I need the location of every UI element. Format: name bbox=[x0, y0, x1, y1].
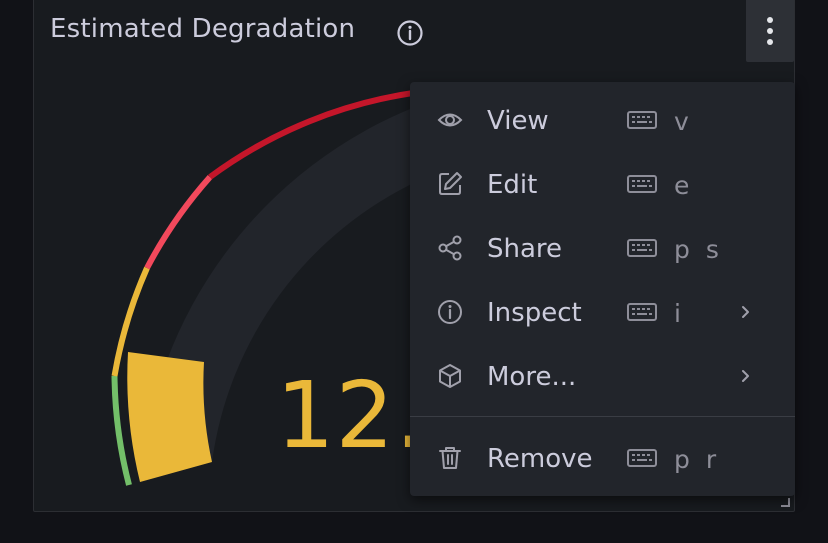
menu-item-shortcut: p r bbox=[674, 445, 721, 474]
menu-item-remove[interactable]: Remove p r bbox=[410, 428, 795, 488]
menu-item-view[interactable]: View v bbox=[410, 90, 795, 150]
menu-item-more[interactable]: More... bbox=[410, 346, 795, 406]
eye-icon bbox=[437, 113, 463, 127]
chevron-right-icon bbox=[742, 370, 749, 382]
menu-item-edit[interactable]: Edit e bbox=[410, 154, 795, 214]
keyboard-icon bbox=[627, 111, 657, 129]
panel-title: Estimated Degradation bbox=[50, 14, 356, 44]
menu-item-share[interactable]: Share p s bbox=[410, 218, 795, 278]
chevron-right-icon bbox=[742, 306, 749, 318]
gauge-fill bbox=[127, 352, 212, 482]
kebab-dot-icon bbox=[767, 39, 773, 45]
gauge-threshold-green bbox=[111, 375, 132, 486]
cube-icon bbox=[439, 364, 461, 388]
gauge-threshold-light-red bbox=[144, 175, 213, 270]
keyboard-icon bbox=[627, 239, 657, 257]
info-icon bbox=[438, 300, 462, 324]
menu-item-label: Edit bbox=[487, 170, 538, 200]
panel-context-menu: View v Edit e Share p s Inspect i More..… bbox=[410, 82, 795, 496]
panel-menu-button[interactable] bbox=[746, 0, 794, 62]
keyboard-icon bbox=[627, 449, 657, 467]
menu-item-label: Share bbox=[487, 234, 563, 264]
menu-item-shortcut: v bbox=[674, 107, 693, 136]
keyboard-icon bbox=[627, 175, 657, 193]
resize-handle-icon[interactable] bbox=[779, 496, 791, 508]
menu-item-inspect[interactable]: Inspect i bbox=[410, 282, 795, 342]
menu-item-label: View bbox=[487, 106, 549, 136]
info-icon[interactable] bbox=[396, 19, 424, 47]
menu-item-shortcut: e bbox=[674, 171, 694, 200]
menu-item-label: Inspect bbox=[487, 298, 582, 328]
menu-divider bbox=[410, 416, 795, 417]
kebab-dot-icon bbox=[767, 28, 773, 34]
share-icon bbox=[438, 235, 462, 261]
menu-item-shortcut: p s bbox=[674, 235, 723, 264]
keyboard-icon bbox=[627, 303, 657, 321]
menu-item-label: Remove bbox=[487, 444, 593, 474]
menu-item-label: More... bbox=[487, 362, 577, 392]
kebab-dot-icon bbox=[767, 17, 773, 23]
trash-icon bbox=[439, 447, 461, 469]
menu-item-shortcut: i bbox=[674, 299, 685, 328]
edit-icon bbox=[439, 172, 462, 195]
